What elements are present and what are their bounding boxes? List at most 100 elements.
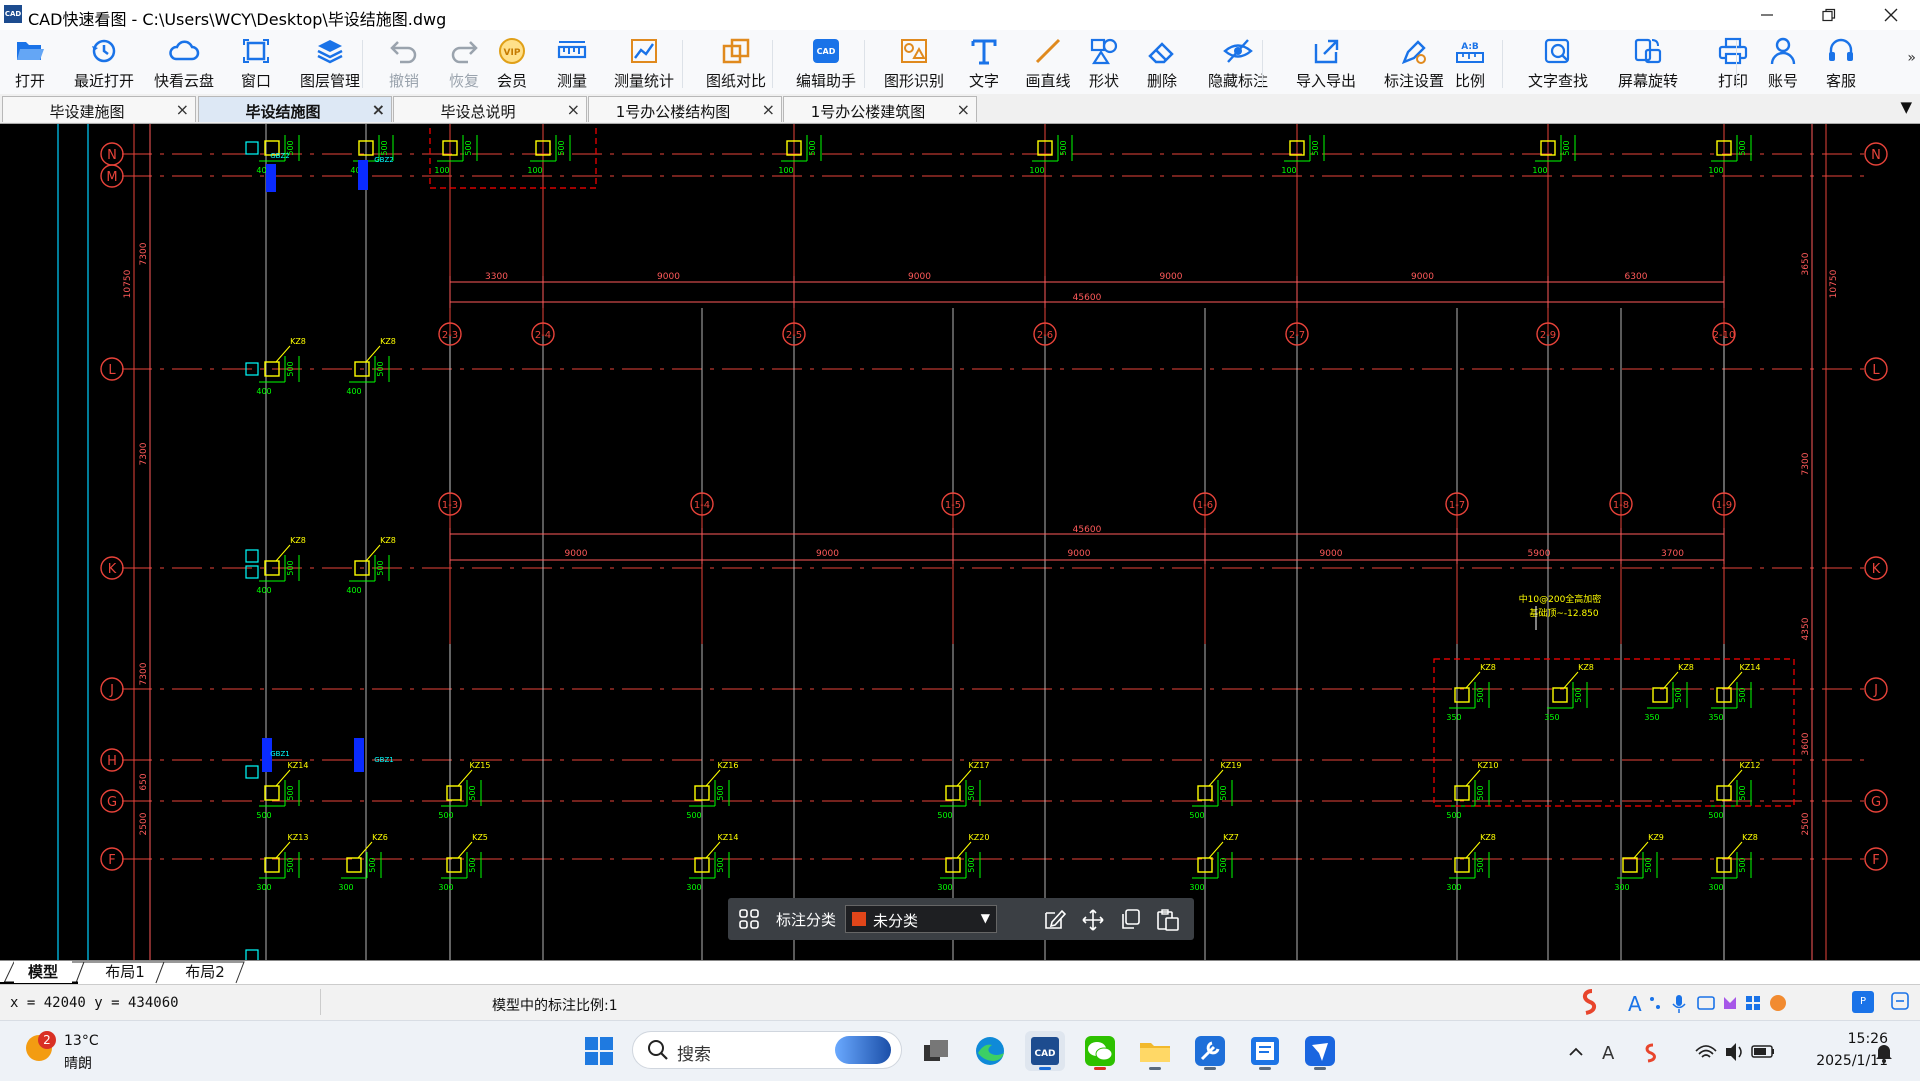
- paste-icon[interactable]: [1156, 908, 1180, 936]
- column-leader: [365, 544, 381, 562]
- column-mark: KZ7: [1223, 833, 1239, 842]
- column-dim-text: 400: [256, 387, 271, 396]
- taskbar-cad-icon[interactable]: CAD: [1025, 1031, 1065, 1071]
- toolbar-undo-button[interactable]: 撤销: [382, 34, 426, 92]
- toolbar-label: 测量统计: [613, 72, 674, 90]
- toolbar-redo-button[interactable]: 恢复: [442, 34, 486, 92]
- toolbar-layers-button[interactable]: 图层管理: [290, 34, 370, 92]
- toolbar-label: 导入导出: [1295, 72, 1356, 90]
- minimize-button[interactable]: [1738, 0, 1796, 30]
- notification-bell-icon[interactable]: [1874, 1041, 1894, 1067]
- toolbar-text-button[interactable]: 文字: [962, 34, 1006, 92]
- ime-toolbar[interactable]: A: [1578, 989, 1804, 1017]
- taskbar-edge-icon[interactable]: [970, 1031, 1010, 1071]
- document-tab[interactable]: 毕设建施图 ×: [2, 96, 196, 122]
- toolbar-printer-button[interactable]: 打印: [1710, 34, 1756, 92]
- column-dim-text: 500: [1219, 785, 1228, 800]
- toolbar-ruler-button[interactable]: 测量: [548, 34, 596, 92]
- toolbar-window-button[interactable]: 窗口: [234, 34, 278, 92]
- toolbar-user-button[interactable]: 账号: [1760, 34, 1806, 92]
- column-dim-text: 500: [1644, 857, 1653, 872]
- toolbar-eye-hide-button[interactable]: 隐藏标注: [1198, 34, 1278, 92]
- tab-list-dropdown-icon[interactable]: ▼: [1900, 98, 1912, 116]
- taskbar-tool-app-icon[interactable]: [1190, 1031, 1230, 1071]
- column-dim-text: 500: [286, 785, 295, 800]
- toolbar-rotate-screen-button[interactable]: 屏幕旋转: [1606, 34, 1690, 92]
- annotation-category-select[interactable]: 未分类 ▼: [845, 905, 997, 933]
- column-mark: KZ13: [288, 833, 309, 842]
- column-leader: [705, 769, 721, 787]
- toolbar-shapes-button[interactable]: 形状: [1082, 34, 1126, 92]
- toolbar-label: 图层管理: [299, 72, 360, 90]
- close-tab-icon[interactable]: ×: [762, 100, 775, 119]
- column-axis-label: 2-9: [1540, 330, 1556, 341]
- grid-menu-icon[interactable]: [738, 908, 760, 934]
- cloud-icon: [148, 36, 220, 66]
- system-tray[interactable]: A: [1560, 1037, 1800, 1067]
- taskbar: 2 13°C 晴朗 搜索 CAD A 15:26 2025/1/11: [0, 1020, 1920, 1081]
- toolbar-scale-button[interactable]: A:B 比例: [1446, 34, 1494, 92]
- pin-window-icon[interactable]: P: [1852, 991, 1874, 1013]
- document-tab[interactable]: 1号办公楼建筑图 ×: [783, 96, 977, 122]
- close-window-button[interactable]: [1862, 0, 1920, 30]
- layout-tab-model[interactable]: 模型: [14, 961, 72, 983]
- toolbar-text-search-button[interactable]: 文字查找: [1518, 34, 1598, 92]
- column-mark: KZ8: [380, 536, 396, 545]
- toolbar-overflow-icon[interactable]: »: [1907, 50, 1916, 66]
- column-mark: KZ8: [1742, 833, 1758, 842]
- move-icon[interactable]: [1081, 908, 1105, 936]
- taskbar-wechat-icon[interactable]: [1080, 1031, 1120, 1071]
- column-leader: [1727, 769, 1743, 787]
- start-windows-icon[interactable]: [584, 1036, 614, 1070]
- restore-button[interactable]: [1800, 0, 1858, 30]
- document-tab[interactable]: 毕设结施图 ×: [198, 96, 392, 122]
- copy-icon[interactable]: [1119, 908, 1141, 934]
- toolbar-shape-recognize-button[interactable]: 图形识别: [876, 34, 952, 92]
- taskbar-notes-app-icon[interactable]: [1245, 1031, 1285, 1071]
- toolbar-line-button[interactable]: 画直线: [1020, 34, 1076, 92]
- column-dim-text: 500: [286, 857, 295, 872]
- cyan-marker: [245, 549, 259, 563]
- toolbar-compare-button[interactable]: 图纸对比: [694, 34, 778, 92]
- document-tab-bar: ▼ 毕设建施图 × 毕设结施图 × 毕设总说明 × 1号办公楼结构图 × 1号办公楼建筑图 ×: [0, 94, 1920, 124]
- column-mark: KZ9: [1648, 833, 1664, 842]
- toolbar-cloud-button[interactable]: 快看云盘: [148, 34, 220, 92]
- close-tab-icon[interactable]: ×: [957, 100, 970, 119]
- column-dim-text: 500: [1189, 811, 1204, 820]
- layout-tab-1[interactable]: 布局1: [90, 961, 160, 983]
- layout-tab-2[interactable]: 布局2: [170, 961, 240, 983]
- column-dim-text: 500: [468, 785, 477, 800]
- close-tab-icon[interactable]: ×: [176, 100, 189, 119]
- toolbar-history-button[interactable]: 最近打开: [64, 34, 144, 92]
- toolbar-vip-button[interactable]: VIP 会员: [492, 34, 532, 92]
- close-tab-icon[interactable]: ×: [372, 100, 385, 119]
- edit-annotation-icon[interactable]: [1043, 908, 1067, 934]
- svg-text:VIP: VIP: [504, 48, 521, 58]
- document-tab[interactable]: 1号办公楼结构图 ×: [588, 96, 782, 122]
- taskbar-taskview[interactable]: [916, 1031, 956, 1071]
- toolbar-headset-button[interactable]: 客服: [1818, 34, 1864, 92]
- drawing-canvas[interactable]: N N M L L K K J J H G G F F 7300 7300 7300 650 2500 10750 36…: [0, 124, 1920, 960]
- toolbar-measure-stats-button[interactable]: 测量统计: [604, 34, 684, 92]
- taskbar-feishu-icon[interactable]: [1300, 1031, 1340, 1071]
- toolbar-folder-open-button[interactable]: 打开: [4, 34, 56, 92]
- column-leader: [1663, 671, 1679, 689]
- toolbar-eraser-button[interactable]: 删除: [1140, 34, 1184, 92]
- taskbar-search-box[interactable]: 搜索: [632, 1031, 902, 1069]
- toolbar-cad-edit-button[interactable]: CAD 编辑助手: [784, 34, 868, 92]
- column-axis-label: 1-4: [694, 500, 710, 511]
- weather-description[interactable]: 晴朗: [64, 1053, 92, 1073]
- column-dim-text: 500: [286, 560, 295, 575]
- column-dim-text: 100: [1029, 166, 1044, 175]
- cursor-coordinates: x = 42040 y = 434060: [10, 995, 179, 1011]
- toolbar-annotation-settings-button[interactable]: 标注设置: [1374, 34, 1454, 92]
- close-tab-icon[interactable]: ×: [567, 100, 580, 119]
- column-dim-text: 100: [527, 166, 542, 175]
- undo-icon: [382, 36, 426, 66]
- weather-temperature[interactable]: 13°C: [64, 1033, 99, 1049]
- toolbar-import-export-button[interactable]: 导入导出: [1286, 34, 1366, 92]
- toolbar-label: 恢复: [448, 72, 479, 90]
- document-tab[interactable]: 毕设总说明 ×: [393, 96, 587, 122]
- collapse-icon[interactable]: [1890, 991, 1910, 1015]
- taskbar-file-explorer-icon[interactable]: [1135, 1031, 1175, 1071]
